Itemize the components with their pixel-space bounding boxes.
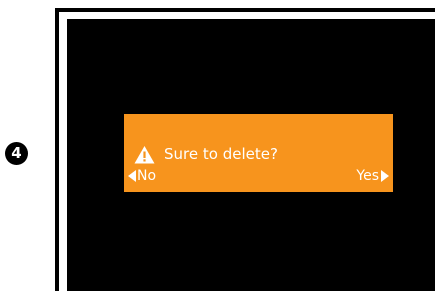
frame-left-border — [55, 8, 59, 291]
left-arrow-icon — [128, 170, 136, 182]
no-button[interactable]: No — [128, 166, 156, 186]
frame-top-border — [55, 8, 435, 12]
step-number-badge: 4 — [5, 142, 28, 165]
right-arrow-icon — [381, 170, 389, 182]
yes-button[interactable]: Yes — [356, 166, 389, 186]
no-button-label: No — [137, 168, 157, 184]
dialog-message: Sure to delete? — [164, 145, 278, 163]
warning-icon — [134, 145, 155, 163]
delete-confirmation-dialog: Sure to delete? No Yes — [124, 114, 393, 192]
device-screen: Sure to delete? No Yes — [67, 19, 435, 291]
dialog-message-row: Sure to delete? — [134, 142, 278, 166]
yes-button-label: Yes — [356, 168, 379, 184]
device-frame: Sure to delete? No Yes — [55, 8, 435, 291]
